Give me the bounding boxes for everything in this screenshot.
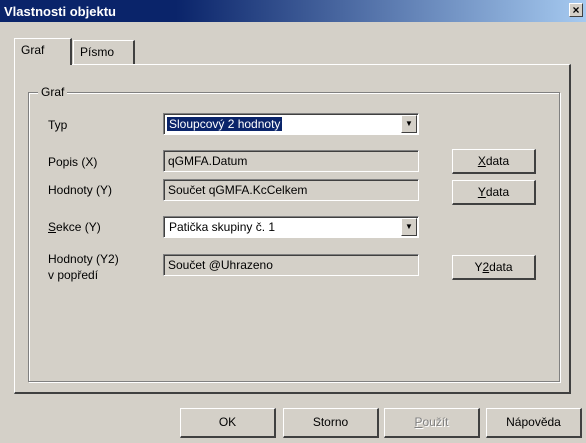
typ-combobox[interactable]: Sloupcový 2 hodnoty ▼ [163, 113, 419, 135]
y-data-accel: Y [477, 185, 486, 199]
pouzit-button[interactable]: Použít [384, 408, 480, 438]
y2-data-accel: 2 [482, 260, 490, 274]
typ-label: Typ [48, 118, 68, 132]
y-data-button[interactable]: Y data [452, 180, 536, 205]
tab-pismo-label: Písmo [80, 45, 115, 59]
sekce-label: Sekce (Y) [48, 220, 101, 234]
y-data-label: data [485, 185, 510, 199]
y2-label-line2: v popředí [48, 268, 99, 282]
y2-data-button[interactable]: Y2 data [452, 255, 536, 280]
hodnoty-field[interactable]: Součet qGMFA.KcCelkem [163, 179, 419, 201]
window-title: Vlastnosti objektu [4, 4, 116, 19]
sekce-accel: S [48, 220, 57, 234]
pouzit-accel: P [414, 415, 423, 429]
y2-label-line1: Hodnoty (Y2) [48, 252, 119, 266]
popis-field[interactable]: qGMFA.Datum [163, 150, 419, 172]
typ-value: Sloupcový 2 hodnoty [167, 117, 283, 131]
pouzit-label: oužít [422, 415, 449, 429]
typ-dropdown-arrow-icon[interactable]: ▼ [401, 115, 417, 133]
x-data-button[interactable]: X data [452, 149, 536, 174]
y2-data-label: data [489, 260, 513, 274]
y2-field[interactable]: Součet @Uhrazeno [163, 254, 419, 276]
popis-label: Popis (X) [48, 155, 98, 169]
x-data-label: data [485, 154, 510, 168]
x-data-accel: X [477, 154, 486, 168]
tab-pismo[interactable]: Písmo [73, 40, 135, 64]
sekce-dropdown-arrow-icon[interactable]: ▼ [401, 218, 417, 236]
title-bar: Vlastnosti objektu × [0, 0, 586, 22]
sekce-combobox[interactable]: Patička skupiny č. 1 ▼ [163, 216, 419, 238]
napoveda-button[interactable]: Nápověda [486, 408, 582, 438]
tab-graf-label: Graf [21, 43, 45, 57]
storno-button[interactable]: Storno [283, 408, 379, 438]
close-button[interactable]: × [569, 3, 583, 17]
hodnoty-label: Hodnoty (Y) [48, 183, 113, 197]
tab-graf[interactable]: Graf [14, 38, 72, 65]
sekce-label-text: ekce (Y) [56, 220, 101, 234]
groupbox-legend: Graf [38, 85, 68, 99]
ok-button[interactable]: OK [180, 408, 276, 438]
sekce-value: Patička skupiny č. 1 [169, 220, 276, 234]
